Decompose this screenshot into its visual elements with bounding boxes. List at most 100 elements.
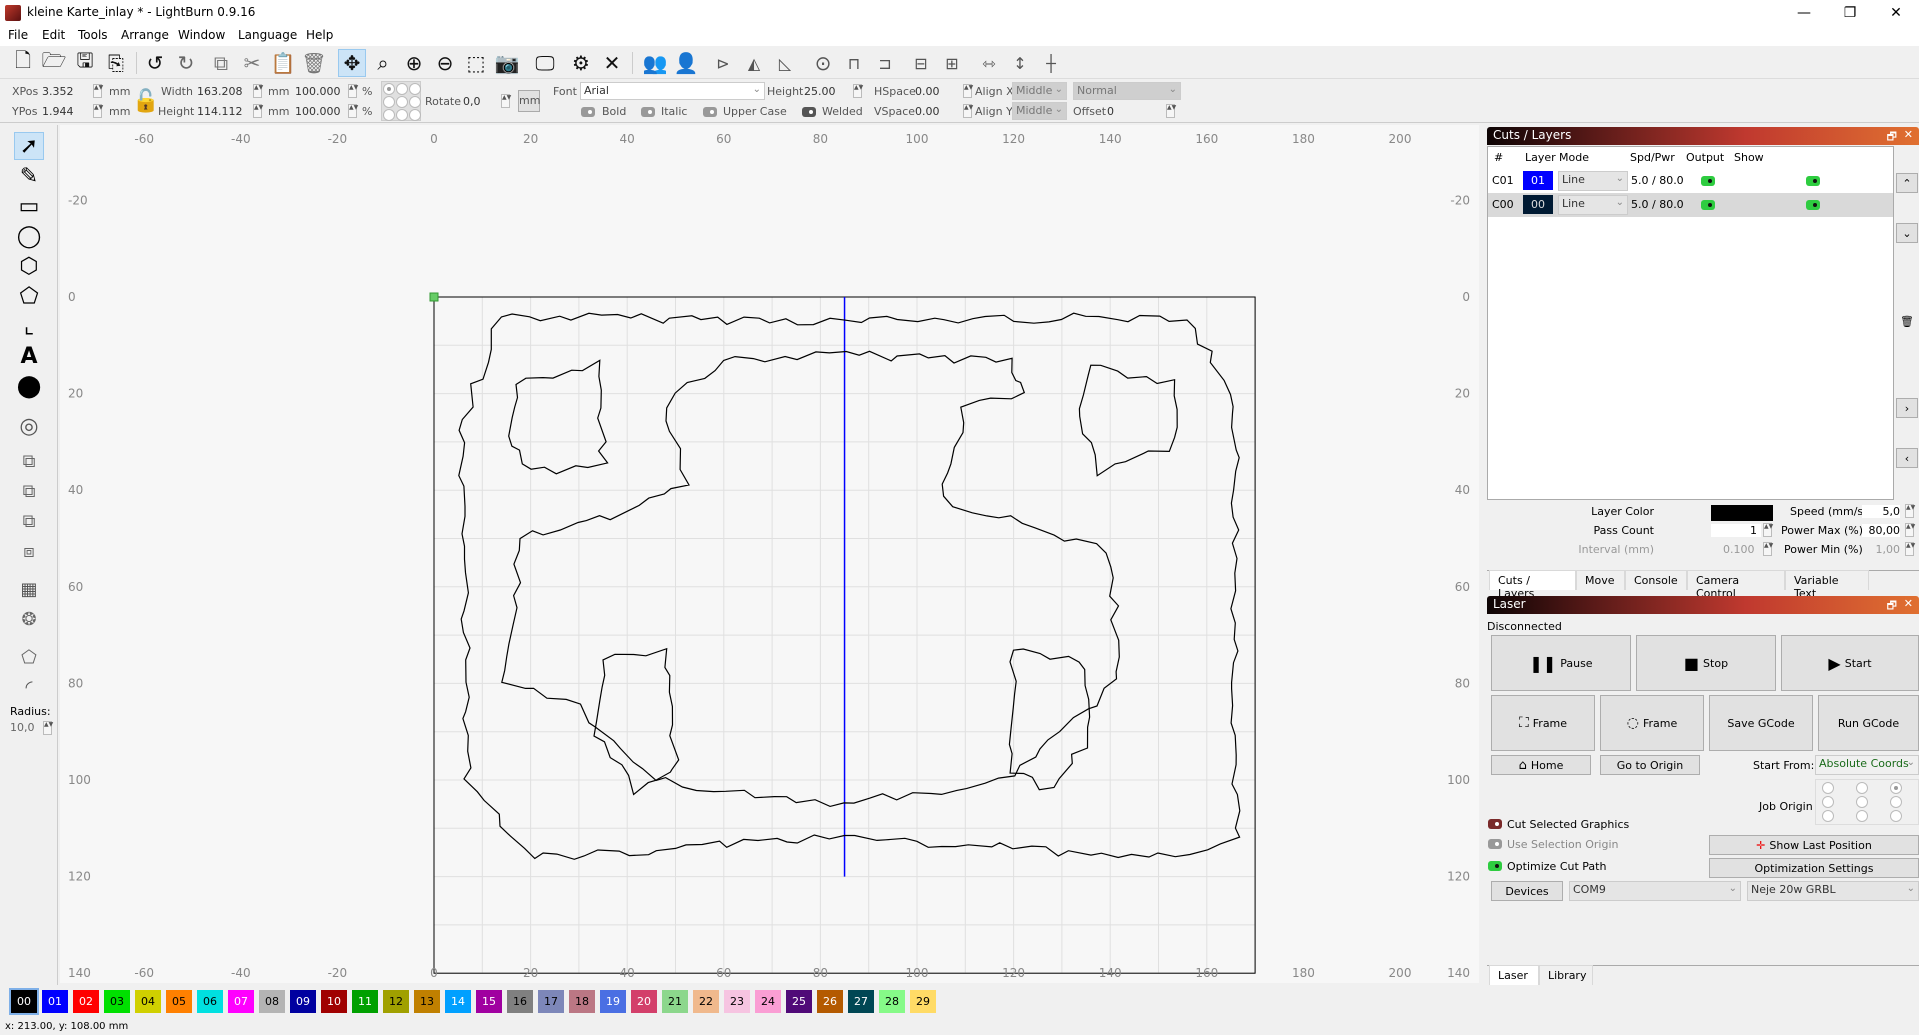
position-laser-icon[interactable]: ⌞: [14, 312, 44, 340]
ypos-field[interactable]: 1.944: [42, 105, 74, 118]
settings-icon[interactable]: ⚙: [567, 49, 595, 77]
interval-spinner[interactable]: ▲▼: [1763, 542, 1773, 556]
align-top-icon[interactable]: ⊓: [840, 49, 868, 77]
layer-mode-select[interactable]: Line ⌄: [1558, 171, 1628, 191]
layer-color-swatch[interactable]: [1711, 505, 1773, 521]
text-height-field[interactable]: 25.00: [804, 85, 836, 98]
radius-spinner[interactable]: ▲▼: [43, 721, 53, 735]
port-select[interactable]: COM9 ⌄: [1569, 881, 1741, 901]
pass-count-field[interactable]: 1: [1711, 524, 1761, 537]
text-style-select[interactable]: Normal ⌄: [1073, 82, 1181, 100]
expand-button[interactable]: ›: [1896, 398, 1918, 418]
rotate-field[interactable]: 0,0: [463, 95, 481, 108]
frame-circle-button[interactable]: ◌ Frame: [1600, 695, 1704, 751]
ypos-spinner[interactable]: ▲▼: [93, 104, 103, 118]
run-gcode-button[interactable]: Run GCode: [1818, 695, 1919, 751]
float-icon[interactable]: 🗗: [1887, 128, 1897, 147]
power-min-spinner[interactable]: ▲▼: [1905, 542, 1915, 556]
layer-show-toggle[interactable]: [1806, 200, 1820, 210]
weld-icon[interactable]: ⧈: [14, 537, 44, 565]
font-select[interactable]: Arial ⌄: [580, 82, 765, 100]
save-icon[interactable]: 🖫: [71, 48, 99, 77]
palette-swatch-15[interactable]: 15: [476, 990, 502, 1013]
speed-field[interactable]: 5,0: [1862, 505, 1900, 518]
width-spinner[interactable]: ▲▼: [253, 84, 263, 98]
location-marker-icon[interactable]: ⬤: [14, 372, 44, 400]
cut-icon[interactable]: ✂: [238, 49, 266, 77]
tab-cuts-layers[interactable]: Cuts / Layers: [1489, 570, 1576, 600]
cut-selected-toggle[interactable]: [1488, 819, 1502, 829]
tab-variable-text[interactable]: Variable Text: [1785, 570, 1869, 600]
stop-button[interactable]: ■ Stop: [1636, 635, 1776, 691]
import-icon[interactable]: ⎘: [102, 49, 130, 77]
palette-swatch-28[interactable]: 28: [879, 990, 905, 1013]
restore-button[interactable]: ❐: [1827, 0, 1873, 26]
ungroup-icon[interactable]: 👤: [672, 49, 700, 77]
tab-camera-control[interactable]: Camera Control: [1687, 570, 1785, 600]
mirror-across-line-icon[interactable]: ◺: [771, 49, 799, 77]
palette-swatch-10[interactable]: 10: [321, 990, 347, 1013]
palette-swatch-19[interactable]: 19: [600, 990, 626, 1013]
minimize-button[interactable]: —: [1781, 0, 1827, 26]
tab-console[interactable]: Console: [1625, 570, 1687, 590]
copy-icon[interactable]: ⧉: [207, 49, 235, 77]
offset-icon[interactable]: ◎: [14, 412, 44, 440]
power-max-spinner[interactable]: ▲▼: [1905, 523, 1915, 537]
tab-move[interactable]: Move: [1576, 570, 1625, 590]
ellipse-icon[interactable]: ◯: [14, 222, 44, 250]
palette-swatch-23[interactable]: 23: [724, 990, 750, 1013]
start-from-select[interactable]: Absolute Coords ⌄: [1815, 755, 1919, 775]
width-percent-field[interactable]: 100.000: [295, 85, 341, 98]
array-grid-icon[interactable]: ▦: [14, 575, 44, 603]
camera-icon[interactable]: 📷: [493, 49, 521, 77]
vspace-field[interactable]: 0.00: [915, 105, 940, 118]
palette-swatch-21[interactable]: 21: [662, 990, 688, 1013]
palette-swatch-12[interactable]: 12: [383, 990, 409, 1013]
palette-swatch-25[interactable]: 25: [786, 990, 812, 1013]
lock-ratio-icon[interactable]: 🔓: [132, 89, 159, 114]
height-percent-spinner[interactable]: ▲▼: [348, 104, 358, 118]
palette-swatch-16[interactable]: 16: [507, 990, 533, 1013]
array-circular-icon[interactable]: ❂: [14, 605, 44, 633]
layer-mode-select[interactable]: Line ⌄: [1558, 195, 1628, 215]
vspace-spinner[interactable]: ▲▼: [963, 104, 973, 118]
palette-swatch-00[interactable]: 00: [9, 988, 39, 1015]
edit-nodes-icon[interactable]: ⬠: [14, 282, 44, 310]
boolean-union-icon[interactable]: ⧉: [14, 447, 44, 475]
offset-spinner[interactable]: ▲▼: [1166, 104, 1176, 118]
unit-toggle-button[interactable]: mm: [518, 90, 540, 112]
move-layer-down-button[interactable]: ⌄: [1896, 223, 1918, 243]
offset-field[interactable]: 0: [1107, 105, 1114, 118]
optimize-cut-path-toggle[interactable]: [1488, 861, 1502, 871]
boolean-difference-icon[interactable]: ⧉: [14, 477, 44, 505]
palette-swatch-07[interactable]: 07: [228, 990, 254, 1013]
layer-show-toggle[interactable]: [1806, 176, 1820, 186]
align-x-select[interactable]: Middle ⌄: [1012, 82, 1067, 100]
height-field[interactable]: 114.112: [197, 105, 243, 118]
use-selection-origin-toggle[interactable]: [1488, 839, 1502, 849]
upper-case-toggle[interactable]: [703, 107, 717, 117]
corner-radius-icon[interactable]: ◜: [14, 673, 44, 701]
devices-button[interactable]: Devices: [1491, 881, 1563, 901]
menu-tools[interactable]: Tools: [78, 28, 108, 42]
undo-icon[interactable]: ↺: [141, 49, 169, 77]
close-button[interactable]: ✕: [1873, 0, 1919, 26]
polygon-icon[interactable]: ⬡: [14, 252, 44, 280]
close-icon[interactable]: ✕: [1904, 597, 1913, 610]
menu-edit[interactable]: Edit: [42, 28, 65, 42]
select-icon[interactable]: ➚: [14, 132, 44, 160]
group-icon[interactable]: 👥: [641, 49, 669, 77]
frame-select-icon[interactable]: ⬚: [462, 49, 490, 77]
palette-swatch-17[interactable]: 17: [538, 990, 564, 1013]
zoom-page-icon[interactable]: ⌕: [369, 49, 397, 77]
palette-swatch-13[interactable]: 13: [414, 990, 440, 1013]
palette-swatch-11[interactable]: 11: [352, 990, 378, 1013]
center-target-icon[interactable]: ⊙: [809, 49, 837, 77]
align-right-icon[interactable]: ⊐: [871, 49, 899, 77]
monitor-icon[interactable]: 🖵: [531, 49, 559, 77]
tab-library[interactable]: Library: [1539, 965, 1593, 985]
mirror-horizontal-icon[interactable]: ⊳: [709, 49, 737, 77]
layer-color-chip[interactable]: 00: [1523, 195, 1553, 214]
collapse-button[interactable]: ‹: [1896, 448, 1918, 468]
menu-help[interactable]: Help: [306, 28, 333, 42]
